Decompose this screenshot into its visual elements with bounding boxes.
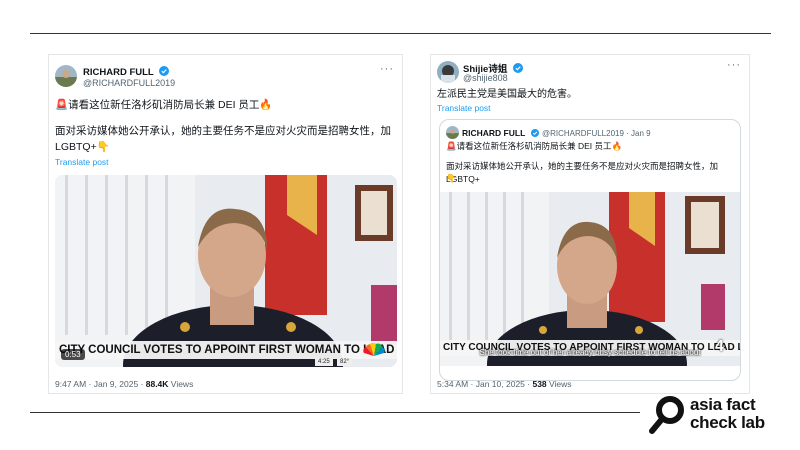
author-handle[interactable]: @shijie808	[463, 73, 508, 83]
avatar[interactable]	[437, 61, 459, 83]
bottom-divider	[30, 412, 640, 413]
tweet-text: 左派民主党是美国最大的危害。	[437, 89, 577, 100]
views-count: 538	[532, 379, 547, 389]
video-player[interactable]: CITY COUNCIL VOTES TO APPOINT FIRST WOMA…	[440, 192, 740, 366]
nbc-logo-icon	[363, 343, 385, 356]
verified-badge-icon	[512, 63, 523, 73]
translate-post-link[interactable]: Translate post	[55, 157, 109, 167]
verified-badge-icon	[159, 66, 170, 76]
video-subtitle: She took time out of her already busy sc…	[479, 348, 701, 357]
video-duration: 0:53	[61, 349, 85, 360]
tweet-card-left[interactable]: RICHARD FULL @RICHARDFULL2019 ··· 🚨请看这位新…	[48, 54, 403, 394]
news-temp: 82°	[337, 358, 353, 366]
logo-text-line-1: asia fact	[690, 395, 756, 414]
news-caption: CITY COUNCIL VOTES TO APPOINT FIRST WOMA…	[55, 341, 397, 359]
views-count: 88.4K	[145, 379, 169, 389]
asia-fact-check-lab-logo: asia fact check lab	[648, 392, 778, 436]
quoted-author-name: RICHARD FULL	[462, 128, 539, 138]
tweet-card-right[interactable]: Shijie诗姐 @shijie808 ··· 左派民主党是美国最大的危害。 T…	[430, 54, 750, 394]
tweet-timestamp[interactable]: 5:34 AM · Jan 10, 2025 · 538 Views	[437, 379, 572, 389]
author-name[interactable]: RICHARD FULL	[83, 66, 170, 78]
avatar	[446, 126, 459, 139]
video-frame	[55, 175, 397, 367]
tweet-text-line-1: 🚨请看这位新任洛杉矶消防局长兼 DEI 员工🔥	[55, 99, 273, 111]
top-divider	[30, 33, 771, 34]
quoted-text-line-1: 🚨请看这位新任洛杉矶消防局长兼 DEI 员工🔥	[446, 141, 623, 151]
video-player[interactable]: CITY COUNCIL VOTES TO APPOINT FIRST WOMA…	[55, 175, 397, 367]
tweet-text-line-3: LGBTQ+👇	[55, 141, 110, 153]
magnifier-logo-icon	[649, 396, 684, 434]
tweet-text-line-2: 面对采访媒体她公开承认，她的主要任务不是应对火灾而是招聘女性，加	[55, 125, 391, 137]
more-options-icon[interactable]: ···	[380, 63, 394, 75]
news-time: 4:25	[315, 358, 333, 366]
avatar[interactable]	[55, 65, 77, 87]
verified-badge-icon	[530, 129, 539, 137]
quoted-tweet[interactable]: RICHARD FULL @RICHARDFULL2019 · Jan 9 🚨请…	[439, 119, 741, 381]
tweet-timestamp[interactable]: 9:47 AM · Jan 9, 2025 · 88.4K Views	[55, 379, 193, 389]
translate-post-link[interactable]: Translate post	[437, 103, 491, 113]
more-options-icon[interactable]: ···	[727, 59, 741, 71]
author-handle[interactable]: @RICHARDFULL2019	[83, 78, 175, 88]
logo-text-line-2: check lab	[690, 413, 765, 432]
channel-logo: 4	[715, 338, 724, 355]
quoted-text-line-2: 面对采访媒体她公开承认，她的主要任务不是应对火灾而是招聘女性，加LGBTQ+	[446, 161, 719, 184]
quoted-handle-date: @RICHARDFULL2019 · Jan 9	[542, 129, 651, 138]
quoted-text-line-3: 👇	[446, 173, 457, 183]
